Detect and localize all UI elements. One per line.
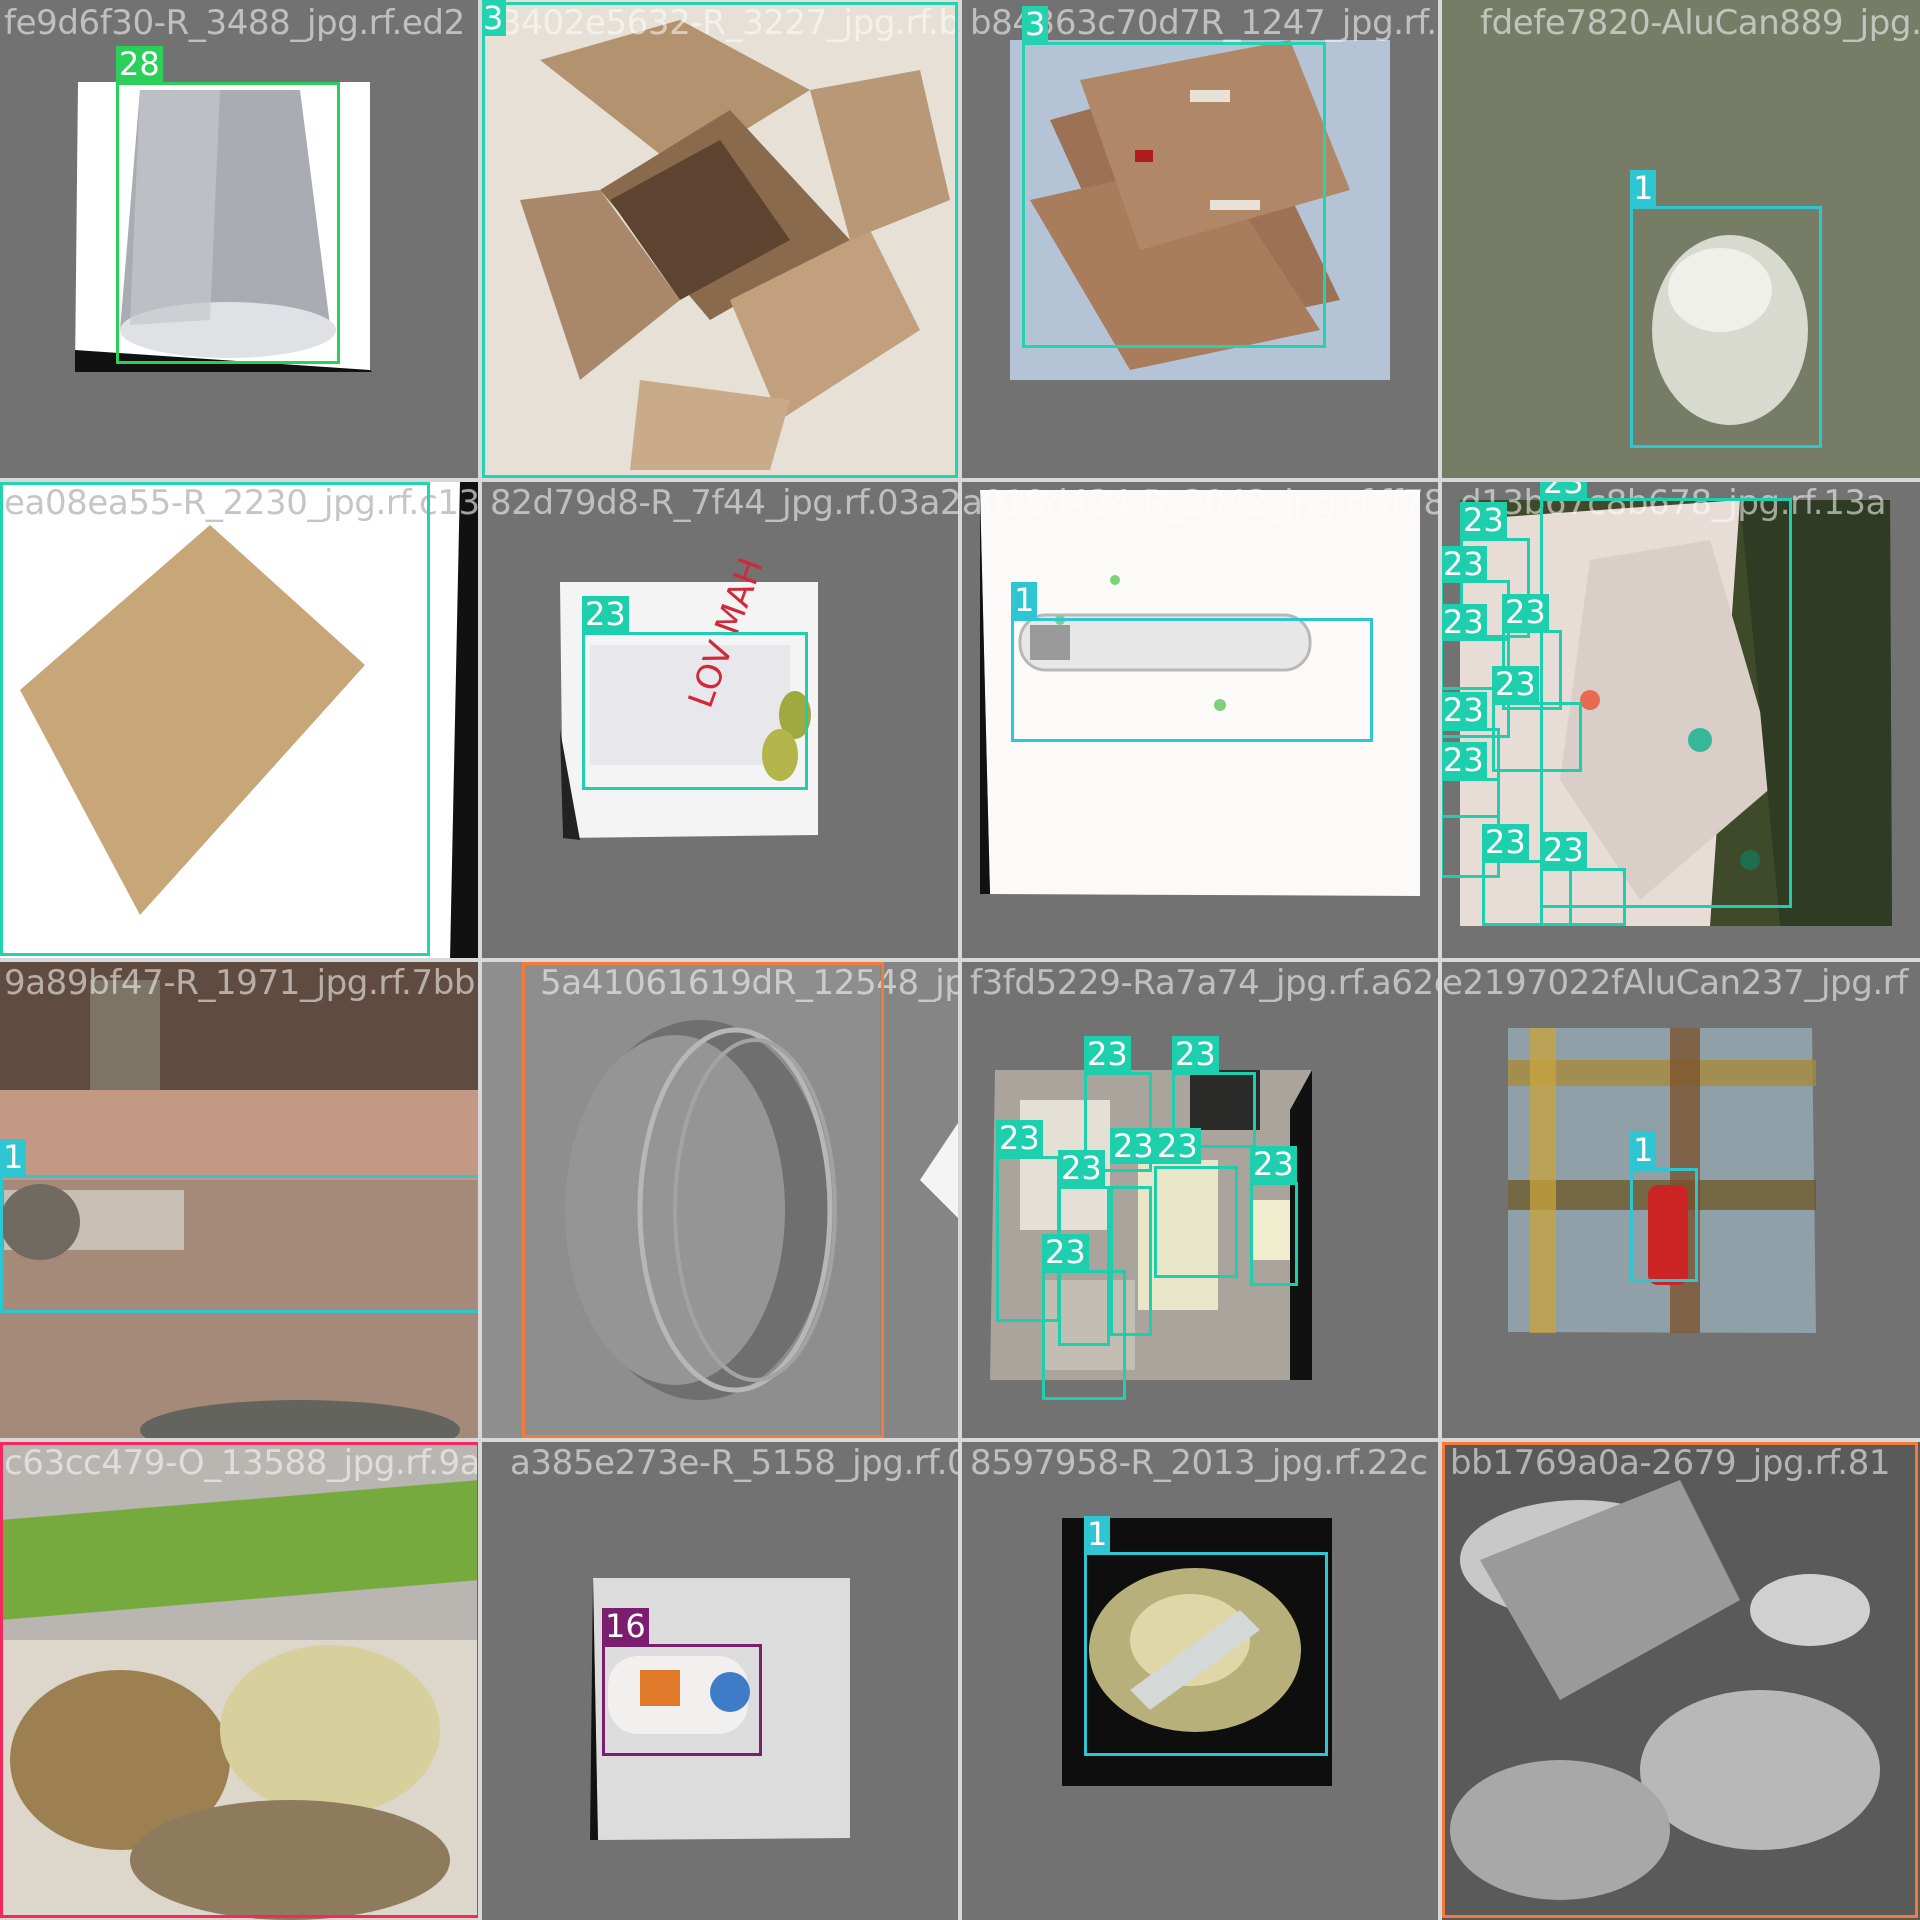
tile-2: 3402e5632-R_3227_jpg.rf.b705 3 — [480, 0, 960, 480]
bbox-label: 28 — [116, 46, 163, 82]
bbox-class-23 — [582, 632, 808, 790]
bbox-class-1 — [1084, 1552, 1328, 1756]
bbox-class-23 — [1540, 868, 1626, 926]
bbox-label: 23 — [1502, 594, 1549, 630]
tile-6: LOV MAH 82d79d8-R_7f44_jpg.rf.03a2 23 — [480, 480, 960, 960]
bbox-label: 23 — [1250, 1146, 1297, 1182]
bbox-label: 1 — [1084, 1516, 1111, 1552]
bbox-class-1 — [0, 1175, 480, 1313]
bbox-class-16 — [602, 1644, 762, 1756]
bbox-label: 23 — [582, 596, 629, 632]
tile-16: bb1769a0a-2679_jpg.rf.81 38 — [1440, 1440, 1920, 1920]
bbox-label: 1 — [1011, 582, 1038, 618]
bbox-label: 23 — [1540, 480, 1587, 500]
tile-14: a385e273e-R_5158_jpg.rf.06f 16 — [480, 1440, 960, 1920]
bbox-label: 23 — [1058, 1150, 1105, 1186]
bbox-label: 23 — [1440, 546, 1487, 582]
bbox-label: 23 — [996, 1120, 1043, 1156]
grid-divider — [0, 478, 1920, 482]
tile-1: fe9d6f30-R_3488_jpg.rf.ed2 28 — [0, 0, 480, 480]
bbox-class-3 — [482, 2, 958, 478]
bbox-label: 23 — [1172, 1036, 1219, 1072]
bbox-class-1 — [1011, 618, 1373, 742]
bbox-label: 23 — [1154, 1128, 1201, 1164]
bbox-label: 23 — [1084, 1036, 1131, 1072]
bbox-label: 23 — [1482, 824, 1529, 860]
bbox-label: 3 — [480, 0, 507, 36]
bbox-class-23 — [1250, 1182, 1298, 1286]
grid-divider — [0, 1438, 1920, 1442]
bbox-label: 1 — [1630, 170, 1657, 206]
bbox-label: 23 — [1440, 604, 1487, 640]
tile-15: 8597958-R_2013_jpg.rf.22c 1 — [960, 1440, 1440, 1920]
bbox-class-38 — [1442, 1442, 1918, 1918]
bbox-label: 23 — [1110, 1128, 1157, 1164]
bbox-class-1 — [1630, 1168, 1698, 1282]
tile-11: f3fd5229-Ra7a74_jpg.rf.a62e 23 23 23 23 … — [960, 960, 1440, 1440]
bbox-label: 3 — [1022, 6, 1049, 42]
tile-3: b84363c70d7R_1247_jpg.rf.67b 3 — [960, 0, 1440, 480]
bbox-label: 1 — [0, 1139, 27, 1175]
bbox-label: 23 — [1440, 742, 1487, 778]
bbox-class-17 — [0, 1442, 480, 1918]
bbox-label: 23 — [1440, 692, 1487, 728]
bbox-label: 23 — [1042, 1234, 1089, 1270]
bbox-class-3 — [1022, 42, 1326, 348]
tile-5: ea08ea55-R_2230_jpg.rf.c13 3 — [0, 480, 480, 960]
bbox-class-23 — [1492, 702, 1582, 772]
tile-12: e2197022fAluCan237_jpg.rf 1 — [1440, 960, 1920, 1440]
bbox-class-28 — [116, 82, 340, 364]
tile-4: fdefe7820-AluCan889_jpg.rf. 1 — [1440, 0, 1920, 480]
bbox-class-3 — [0, 482, 430, 956]
tile-8: d13b67c8b678_jpg.rf.13a 23 23 23 23 23 2… — [1440, 480, 1920, 960]
bbox-label: 23 — [1492, 666, 1539, 702]
bbox-label: 23 — [1540, 832, 1587, 868]
tile-13: c63cc479-O_13588_jpg.rf.9a 17 — [0, 1440, 480, 1920]
tile-10: 5a41061619dR_12548_jpg.rf.f0c 38 — [480, 960, 960, 1440]
bbox-class-23 — [1154, 1166, 1238, 1278]
bbox-class-1 — [1630, 206, 1822, 448]
bbox-class-23 — [1042, 1270, 1126, 1400]
grid-divider — [0, 958, 1920, 962]
bbox-class-38 — [522, 962, 884, 1438]
mosaic-grid: fe9d6f30-R_3488_jpg.rf.ed2 28 3402e5632-… — [0, 0, 1920, 1920]
bbox-label: 16 — [602, 1608, 649, 1644]
bbox-label: 23 — [1460, 502, 1507, 538]
bbox-label: 1 — [1630, 1132, 1657, 1168]
tile-7: a019d424-R_2042_jpg.rf.ff78 1 — [960, 480, 1440, 960]
tile-9: 9a89bf47-R_1971_jpg.rf.7bb 1 — [0, 960, 480, 1440]
